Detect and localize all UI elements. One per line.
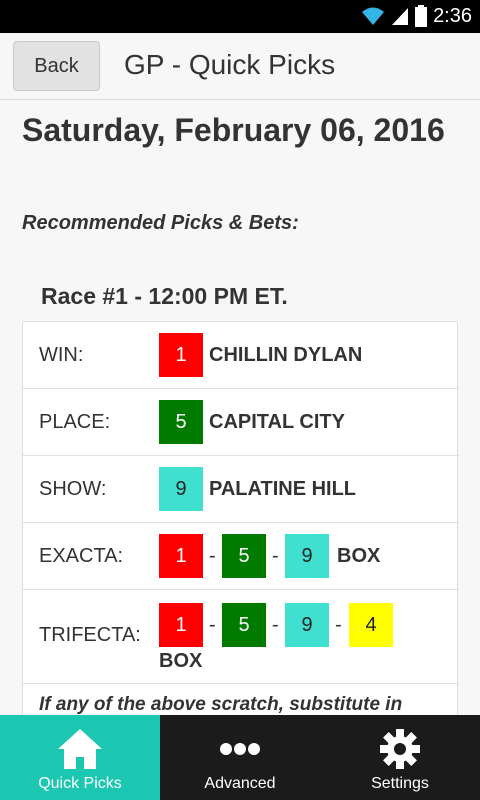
separator-dash: - xyxy=(272,614,279,636)
horse-number-badge: 9 xyxy=(285,534,329,578)
race-title: Race #1 - 12:00 PM ET. xyxy=(41,283,288,309)
pick-label: WIN: xyxy=(39,344,84,366)
tab-label: Advanced xyxy=(204,775,276,792)
status-icons: 2:36 xyxy=(361,4,472,28)
tab-bar: Quick Picks Advanced Settings xyxy=(0,715,480,800)
separator-dash: - xyxy=(209,545,216,567)
picks-card: WIN: 1 CHILLIN DYLAN PLACE: 5 CAPITAL CI… xyxy=(22,321,459,715)
horse-name: CHILLIN DYLAN xyxy=(209,344,363,366)
pick-label: SHOW: xyxy=(39,478,107,500)
tab-advanced[interactable]: Advanced xyxy=(160,715,320,800)
pick-row-win: WIN: 1 CHILLIN DYLAN xyxy=(23,322,459,389)
horse-number-badge: 1 xyxy=(159,534,203,578)
horse-name: CAPITAL CITY xyxy=(209,411,345,433)
home-icon xyxy=(58,729,102,769)
pick-row-exacta: EXACTA: 1 - 5 - 9 BOX xyxy=(23,523,459,590)
pick-row-trifecta: TRIFECTA: 1 - 5 - 9 - 4 BOX xyxy=(23,590,459,684)
status-bar: 2:36 xyxy=(0,0,480,33)
recommended-heading: Recommended Picks & Bets: xyxy=(22,212,299,234)
horse-name: PALATINE HILL xyxy=(209,478,357,500)
separator-dash: - xyxy=(335,614,342,636)
tab-quick-picks[interactable]: Quick Picks xyxy=(0,715,160,800)
horse-number-badge: 4 xyxy=(349,603,393,647)
gear-icon xyxy=(380,729,420,769)
page-title: GP - Quick Picks xyxy=(124,49,336,80)
horse-number-badge: 9 xyxy=(285,603,329,647)
horse-number-badge: 1 xyxy=(159,603,203,647)
content-scroll[interactable]: Saturday, February 06, 2016 Recommended … xyxy=(0,100,480,715)
box-label: BOX xyxy=(337,545,381,567)
pick-label: PLACE: xyxy=(39,411,111,433)
tab-settings[interactable]: Settings xyxy=(320,715,480,800)
pick-label: TRIFECTA: xyxy=(39,624,141,646)
horse-number-badge: 5 xyxy=(222,603,266,647)
app-header: Back GP - Quick Picks xyxy=(0,33,480,100)
tab-label: Quick Picks xyxy=(38,775,122,792)
pick-row-show: SHOW: 9 PALATINE HILL xyxy=(23,456,459,523)
scratch-note: If any of the above scratch, substitute … xyxy=(39,694,403,715)
horse-number-badge: 1 xyxy=(159,333,203,377)
battery-icon xyxy=(415,5,428,27)
pick-row-place: PLACE: 5 CAPITAL CITY xyxy=(23,389,459,456)
more-icon xyxy=(220,743,260,755)
pick-label: EXACTA: xyxy=(39,545,124,567)
horse-number-badge: 5 xyxy=(222,534,266,578)
box-label: BOX xyxy=(159,650,203,672)
separator-dash: - xyxy=(272,545,279,567)
race-date: Saturday, February 06, 2016 xyxy=(22,112,445,148)
horse-number-badge: 9 xyxy=(159,467,203,511)
separator-dash: - xyxy=(209,614,216,636)
horse-number-badge: 5 xyxy=(159,400,203,444)
back-button[interactable]: Back xyxy=(13,41,100,91)
status-time: 2:36 xyxy=(433,5,472,27)
tab-label: Settings xyxy=(371,775,429,792)
wifi-icon xyxy=(362,7,385,25)
signal-icon xyxy=(392,8,409,25)
